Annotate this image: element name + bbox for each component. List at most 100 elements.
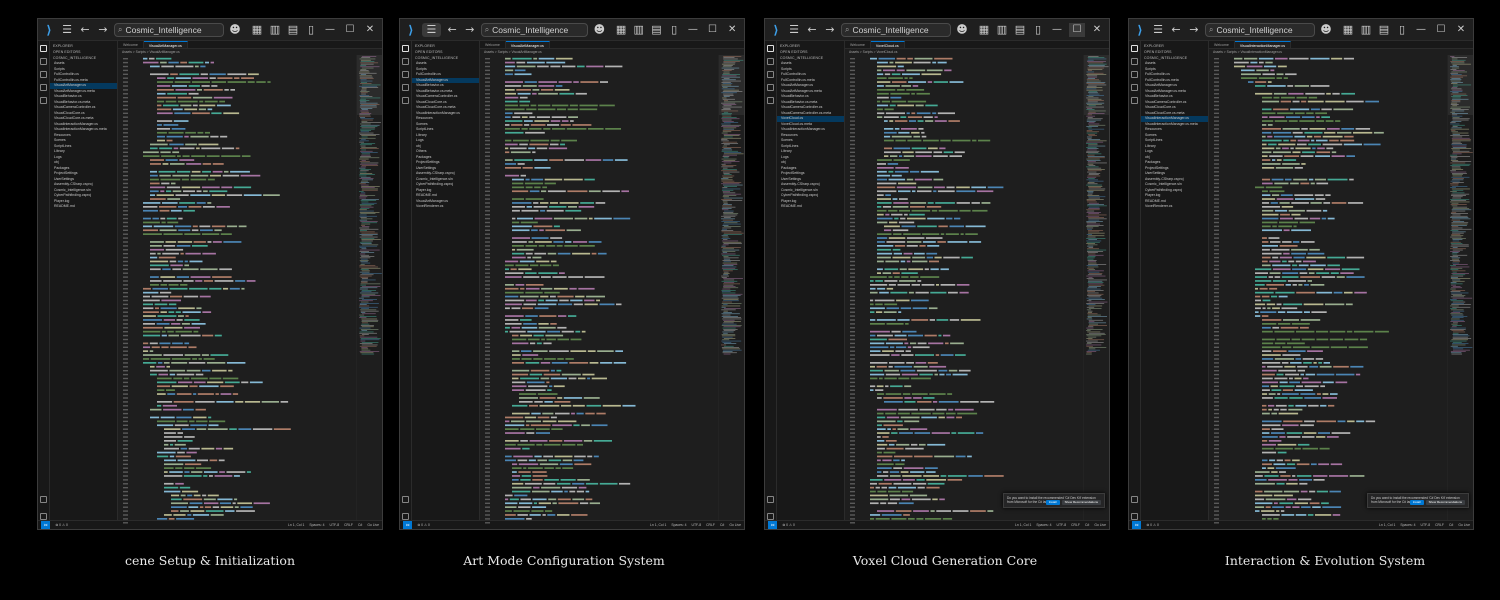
run-debug-icon[interactable] bbox=[767, 84, 774, 91]
install-button[interactable]: Install bbox=[1409, 500, 1424, 505]
status-item[interactable]: Spaces: 4 bbox=[309, 523, 324, 527]
toggle-panel-icon[interactable]: ▤ bbox=[650, 23, 664, 37]
toggle-secondary-sidebar-icon[interactable]: ▯ bbox=[1031, 23, 1045, 37]
settings-gear-icon[interactable] bbox=[402, 513, 409, 520]
status-item[interactable]: Spaces: 4 bbox=[1036, 523, 1051, 527]
toggle-panel-icon[interactable]: ▤ bbox=[1013, 23, 1027, 37]
search-view-icon[interactable] bbox=[1131, 58, 1138, 65]
maximize-icon[interactable]: ☐ bbox=[1433, 23, 1449, 37]
search-view-icon[interactable] bbox=[402, 58, 409, 65]
minimap[interactable] bbox=[1083, 55, 1109, 520]
remote-indicator-icon[interactable]: ⋈ bbox=[768, 520, 778, 529]
account-icon[interactable] bbox=[1131, 496, 1138, 503]
remote-indicator-icon[interactable]: ⋈ bbox=[403, 520, 413, 529]
back-arrow-icon[interactable]: ← bbox=[78, 23, 92, 37]
status-item[interactable]: Go Live bbox=[367, 523, 379, 527]
install-button[interactable]: Install bbox=[1045, 500, 1060, 505]
problems-status[interactable]: ⊗ 0 ⚠ 0 bbox=[55, 523, 67, 527]
status-item[interactable]: C# bbox=[720, 523, 724, 527]
copilot-icon[interactable]: ☻ bbox=[592, 23, 606, 37]
customize-layout-icon[interactable]: ▦ bbox=[1341, 23, 1355, 37]
settings-gear-icon[interactable] bbox=[40, 513, 47, 520]
source-control-icon[interactable] bbox=[402, 71, 409, 78]
toggle-secondary-sidebar-icon[interactable]: ▯ bbox=[667, 23, 681, 37]
file-tree-item[interactable]: VoxelRenderer.cs bbox=[412, 204, 479, 210]
status-item[interactable]: UTF-8 bbox=[692, 523, 702, 527]
status-item[interactable]: Go Live bbox=[1458, 523, 1470, 527]
status-item[interactable]: UTF-8 bbox=[330, 523, 340, 527]
show-recommendations-button[interactable]: Show Recommendations bbox=[1425, 500, 1465, 505]
source-control-icon[interactable] bbox=[767, 71, 774, 78]
back-arrow-icon[interactable]: ← bbox=[445, 23, 459, 37]
toggle-secondary-sidebar-icon[interactable]: ▯ bbox=[1395, 23, 1409, 37]
toggle-sidebar-icon[interactable]: ▥ bbox=[995, 23, 1009, 37]
tab-1[interactable]: VisualArtManager.cs bbox=[143, 41, 188, 48]
tab-0[interactable]: Welcome bbox=[845, 41, 871, 48]
search-view-icon[interactable] bbox=[767, 58, 774, 65]
copilot-icon[interactable]: ☻ bbox=[1319, 23, 1333, 37]
code-editor[interactable] bbox=[1223, 55, 1447, 520]
code-editor[interactable] bbox=[494, 55, 718, 520]
tab-0[interactable]: Welcome bbox=[1209, 41, 1235, 48]
customize-layout-icon[interactable]: ▦ bbox=[250, 23, 264, 37]
status-item[interactable]: CRLF bbox=[1435, 523, 1444, 527]
minimize-icon[interactable]: — bbox=[322, 23, 338, 37]
toggle-sidebar-icon[interactable]: ▥ bbox=[268, 23, 282, 37]
copilot-icon[interactable]: ☻ bbox=[955, 23, 969, 37]
show-recommendations-button[interactable]: Show Recommendations bbox=[1061, 500, 1101, 505]
tab-1[interactable]: VisualArtManager.cs bbox=[505, 41, 550, 48]
maximize-icon[interactable]: ☐ bbox=[1069, 22, 1085, 37]
tab-1[interactable]: VisualInteractionManager.cs bbox=[1234, 41, 1292, 48]
tab-0[interactable]: Welcome bbox=[118, 41, 144, 48]
menu-icon[interactable]: ☰ bbox=[60, 23, 74, 37]
menu-icon[interactable]: ☰ bbox=[421, 22, 442, 37]
copilot-icon[interactable]: ☻ bbox=[228, 23, 242, 37]
remote-indicator-icon[interactable]: ⋈ bbox=[41, 520, 51, 529]
account-icon[interactable] bbox=[402, 496, 409, 503]
status-item[interactable]: UTF-8 bbox=[1057, 523, 1067, 527]
forward-arrow-icon[interactable]: → bbox=[463, 23, 477, 37]
close-icon[interactable]: ✕ bbox=[724, 23, 740, 37]
status-item[interactable]: CRLF bbox=[1071, 523, 1080, 527]
command-center-search[interactable]: ⌕ Cosmic_Intelligence bbox=[114, 22, 224, 37]
extensions-icon[interactable] bbox=[40, 97, 47, 104]
run-debug-icon[interactable] bbox=[402, 84, 409, 91]
tab-1[interactable]: VoxelCloud.cs bbox=[870, 41, 905, 48]
problems-status[interactable]: ⊗ 0 ⚠ 0 bbox=[1146, 523, 1158, 527]
forward-arrow-icon[interactable]: → bbox=[823, 23, 837, 37]
status-item[interactable]: C# bbox=[1449, 523, 1453, 527]
settings-gear-icon[interactable] bbox=[1131, 513, 1138, 520]
command-center-search[interactable]: ⌕ Cosmic_Intelligence bbox=[841, 22, 951, 37]
customize-layout-icon[interactable]: ▦ bbox=[614, 23, 628, 37]
command-center-search[interactable]: ⌕ Cosmic_Intelligence bbox=[1205, 22, 1315, 37]
status-item[interactable]: C# bbox=[1085, 523, 1089, 527]
remote-indicator-icon[interactable]: ⋈ bbox=[1132, 520, 1142, 529]
status-item[interactable]: Spaces: 4 bbox=[671, 523, 686, 527]
toggle-panel-icon[interactable]: ▤ bbox=[1377, 23, 1391, 37]
status-item[interactable]: Ln 1, Col 1 bbox=[1015, 523, 1031, 527]
status-item[interactable]: Ln 1, Col 1 bbox=[650, 523, 666, 527]
minimize-icon[interactable]: — bbox=[1049, 23, 1065, 37]
toggle-sidebar-icon[interactable]: ▥ bbox=[632, 23, 646, 37]
forward-arrow-icon[interactable]: → bbox=[1187, 23, 1201, 37]
source-control-icon[interactable] bbox=[40, 71, 47, 78]
minimap[interactable] bbox=[356, 55, 382, 520]
toggle-secondary-sidebar-icon[interactable]: ▯ bbox=[304, 23, 318, 37]
toggle-sidebar-icon[interactable]: ▥ bbox=[1359, 23, 1373, 37]
tab-0[interactable]: Welcome bbox=[480, 41, 506, 48]
forward-arrow-icon[interactable]: → bbox=[96, 23, 110, 37]
file-tree-item[interactable]: README.md bbox=[50, 204, 117, 210]
maximize-icon[interactable]: ☐ bbox=[705, 23, 721, 37]
status-item[interactable]: CRLF bbox=[706, 523, 715, 527]
extensions-icon[interactable] bbox=[767, 97, 774, 104]
status-item[interactable]: Go Live bbox=[729, 523, 741, 527]
file-tree-item[interactable]: README.md bbox=[777, 204, 844, 210]
run-debug-icon[interactable] bbox=[1131, 84, 1138, 91]
search-view-icon[interactable] bbox=[40, 58, 47, 65]
customize-layout-icon[interactable]: ▦ bbox=[977, 23, 991, 37]
explorer-icon[interactable] bbox=[767, 45, 774, 52]
minimap[interactable] bbox=[1447, 55, 1473, 520]
file-tree-item[interactable]: VoxelRenderer.cs bbox=[1141, 204, 1208, 210]
problems-status[interactable]: ⊗ 0 ⚠ 0 bbox=[417, 523, 429, 527]
back-arrow-icon[interactable]: ← bbox=[1169, 23, 1183, 37]
